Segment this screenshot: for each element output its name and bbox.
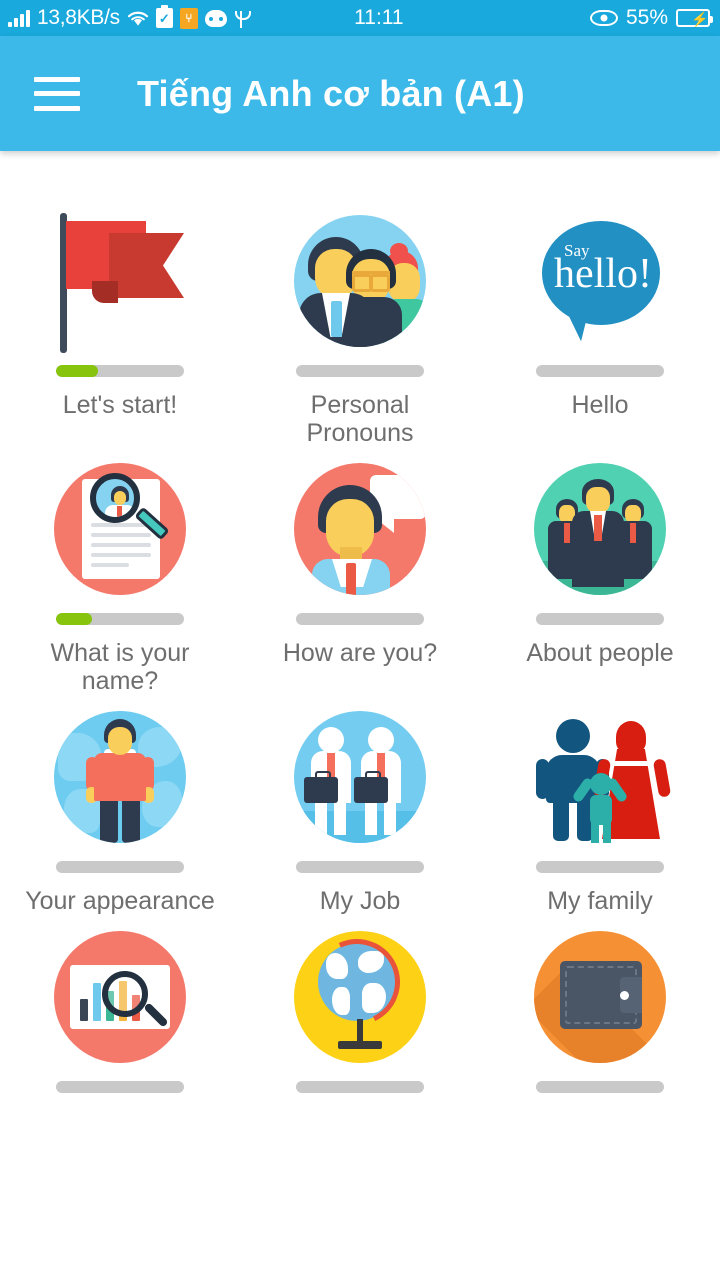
lesson-grid-scroll[interactable]: Let's start! Personal Pronouns Say hello…: [0, 151, 720, 1280]
lesson-label: What is your name?: [50, 639, 190, 695]
lesson-label: Your appearance: [25, 887, 215, 915]
man-globe-icon: [54, 703, 186, 851]
lesson-card-globe[interactable]: [240, 923, 480, 1107]
two-businessmen-briefcase-icon: [294, 703, 426, 851]
wifi-icon: [127, 11, 148, 26]
three-people-icon: [294, 207, 426, 355]
lesson-card-about-people[interactable]: About people: [480, 455, 720, 695]
lesson-label: About people: [526, 639, 674, 667]
lesson-label: My family: [547, 887, 653, 915]
lesson-progress-bar: [296, 861, 424, 873]
wallet-icon: [534, 923, 666, 1071]
lesson-label: Hello: [571, 391, 629, 419]
lesson-card-personal-pronouns[interactable]: Personal Pronouns: [240, 207, 480, 447]
lesson-progress-bar: [536, 365, 664, 377]
lesson-progress-bar: [296, 1081, 424, 1093]
say-hello-bubble-icon: Say hello!: [534, 207, 666, 355]
lesson-card-chart[interactable]: [0, 923, 240, 1107]
lesson-card-wallet[interactable]: [480, 923, 720, 1107]
lesson-progress-bar: [536, 1081, 664, 1093]
usb-icon: [234, 8, 251, 28]
lesson-label: Let's start!: [62, 391, 178, 419]
chart-magnifier-icon: [54, 923, 186, 1071]
lesson-progress-bar: [536, 861, 664, 873]
battery-charging-icon: ⚡: [676, 9, 713, 27]
lesson-label: How are you?: [282, 639, 438, 667]
lesson-card-what-is-your-name[interactable]: What is your name?: [0, 455, 240, 695]
network-speed-text: 13,8KB/s: [37, 6, 120, 29]
lesson-progress-bar: [56, 1081, 184, 1093]
three-businessmen-icon: [534, 455, 666, 603]
status-bar: 13,8KB/s ⑂ 11:11 55% ⚡: [0, 0, 720, 36]
lesson-progress-bar: [296, 365, 424, 377]
person-speech-bubble-icon: [294, 455, 426, 603]
resume-magnifier-icon: [54, 455, 186, 603]
lesson-progress-bar: [56, 861, 184, 873]
hamburger-menu-icon[interactable]: [34, 76, 80, 111]
red-flag-icon: [54, 207, 186, 355]
family-icon: [534, 703, 672, 851]
bubble-hello-text: hello!: [554, 251, 652, 297]
lesson-card-hello[interactable]: Say hello! Hello: [480, 207, 720, 447]
lesson-progress-bar: [536, 613, 664, 625]
lesson-progress-bar: [56, 613, 184, 625]
tools-icon: ⑂: [179, 7, 198, 29]
status-bar-left: 13,8KB/s ⑂: [8, 5, 251, 30]
clipboard-check-icon: [155, 5, 173, 28]
status-bar-center: 11:11: [248, 6, 590, 30]
lesson-label: Personal Pronouns: [306, 391, 414, 447]
lesson-progress-bar: [56, 365, 184, 377]
lesson-progress-bar: [296, 613, 424, 625]
lesson-card-your-appearance[interactable]: Your appearance: [0, 703, 240, 915]
lesson-label: My Job: [319, 887, 401, 915]
app-bar: Tiếng Anh cơ bản (A1): [0, 36, 720, 151]
signal-bars-icon: [8, 9, 30, 27]
lesson-card-my-family[interactable]: My family: [480, 703, 720, 915]
eye-care-icon: [589, 10, 618, 26]
clock-text: 11:11: [354, 6, 404, 29]
android-robot-icon: [204, 9, 227, 27]
desk-globe-icon: [294, 923, 426, 1071]
battery-percent-text: 55%: [625, 6, 668, 29]
lesson-card-lets-start[interactable]: Let's start!: [0, 207, 240, 447]
lesson-card-my-job[interactable]: My Job: [240, 703, 480, 915]
lesson-card-how-are-you[interactable]: How are you?: [240, 455, 480, 695]
page-title: Tiếng Anh cơ bản (A1): [137, 72, 525, 114]
lesson-grid: Let's start! Personal Pronouns Say hello…: [0, 207, 720, 1107]
status-bar-right: 55% ⚡: [589, 6, 713, 30]
